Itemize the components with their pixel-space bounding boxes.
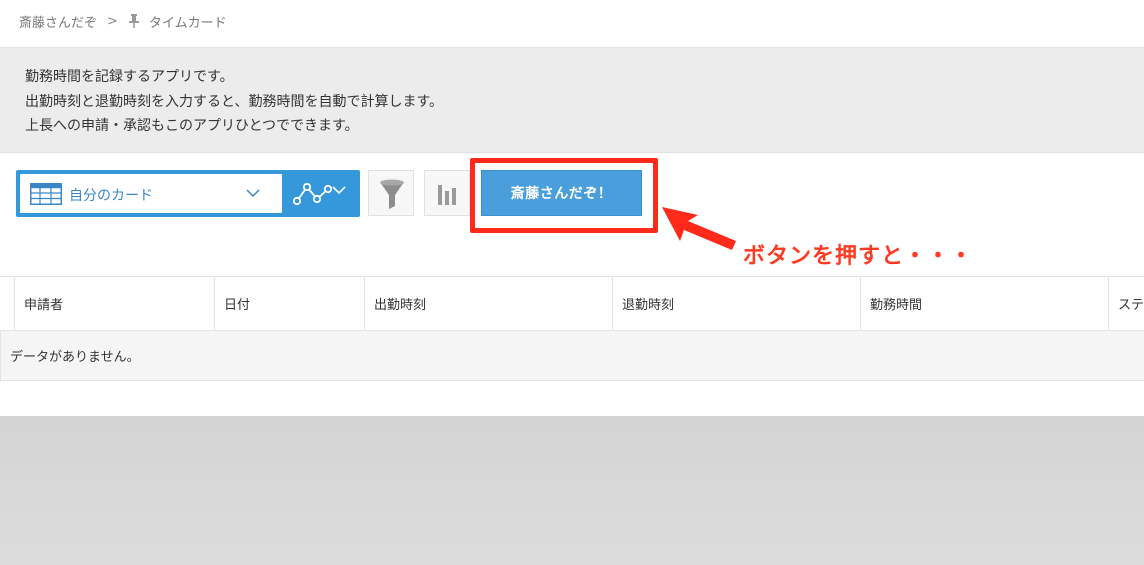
pin-icon	[128, 14, 140, 28]
view-label: 自分のカード	[69, 188, 153, 204]
column-header[interactable]: ステ	[1108, 277, 1144, 330]
column-header[interactable]: 出勤時刻	[364, 277, 612, 330]
main-content: 斎藤さんだぞ > タイムカード 勤務時間を記録するアプリです。 出勤時刻と退勤時…	[0, 0, 1144, 416]
breadcrumb-separator: >	[107, 13, 118, 29]
page: 斎藤さんだぞ > タイムカード 勤務時間を記録するアプリです。 出勤時刻と退勤時…	[0, 0, 1144, 565]
app-description: 勤務時間を記録するアプリです。 出勤時刻と退勤時刻を入力すると、勤務時間を自動で…	[0, 48, 1144, 153]
breadcrumb-app-link[interactable]: タイムカード	[149, 12, 227, 31]
custom-action-button[interactable]: 斎藤さんだぞ！	[481, 170, 642, 216]
arrow-icon	[662, 207, 736, 250]
annotation-text: ボタンを押すと・・・	[743, 244, 974, 269]
chart-button[interactable]	[424, 170, 470, 216]
column-header[interactable]: 日付	[214, 277, 364, 330]
column-header[interactable]: 退勤時刻	[612, 277, 860, 330]
bar-chart-icon	[438, 185, 456, 205]
column-header[interactable]: 申請者	[14, 277, 215, 330]
chevron-down-icon	[246, 189, 260, 198]
view-select-dropdown[interactable]: 自分のカード	[20, 174, 282, 213]
filter-icon	[380, 179, 404, 209]
view-selector: 自分のカード	[16, 170, 360, 217]
breadcrumb: 斎藤さんだぞ > タイムカード	[19, 12, 227, 31]
column-header[interactable]: 勤務時間	[860, 277, 1108, 330]
empty-message: データがありません。	[0, 331, 1144, 381]
filter-button[interactable]	[368, 170, 414, 216]
chevron-down-icon[interactable]	[332, 183, 346, 197]
description-line: 出勤時刻と退勤時刻を入力すると、勤務時間を自動で計算します。	[25, 93, 444, 110]
table-icon	[30, 183, 62, 205]
bottom-background	[0, 416, 1144, 565]
breadcrumb-space-link[interactable]: 斎藤さんだぞ	[19, 12, 97, 31]
description-line: 勤務時間を記録するアプリです。	[25, 69, 234, 85]
graph-icon[interactable]	[293, 181, 333, 207]
description-line: 上長への申請・承認もこのアプリひとつでできます。	[25, 118, 359, 134]
table-header: 申請者 日付 出勤時刻 退勤時刻 勤務時間 ステ	[0, 276, 1144, 331]
